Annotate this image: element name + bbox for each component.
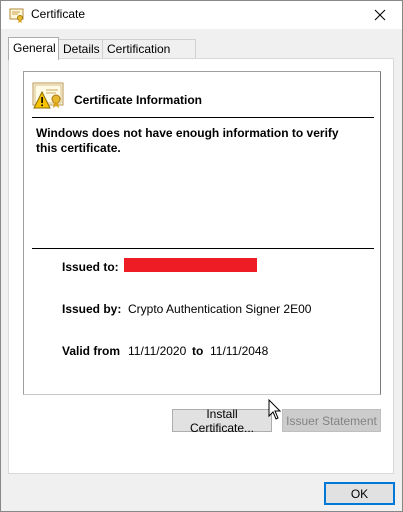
valid-from-value: 11/11/2020: [128, 344, 187, 358]
window-title: Certificate: [31, 7, 86, 21]
install-certificate-button[interactable]: Install Certificate...: [172, 407, 272, 435]
issued-to-label: Issued to:: [62, 260, 119, 274]
issued-to-redacted-value: [124, 258, 257, 272]
close-button[interactable]: [358, 1, 402, 29]
tab-details[interactable]: Details: [58, 39, 103, 58]
title-bar[interactable]: Certificate: [1, 1, 402, 29]
certificate-icon: [9, 7, 25, 23]
issuer-statement-button[interactable]: Issuer Statement: [282, 409, 381, 432]
tab-general[interactable]: General: [8, 37, 59, 60]
close-icon: [374, 9, 386, 21]
certificate-info-box: Certificate Information Windows does not…: [23, 71, 381, 395]
certificate-information-heading: Certificate Information: [74, 93, 203, 107]
issued-by-label: Issued by:: [62, 302, 122, 316]
divider: [32, 248, 374, 249]
tab-details-label: Details: [63, 42, 100, 56]
issued-by-value: Crypto Authentication Signer 2E00: [128, 302, 312, 316]
verification-warning: Windows does not have enough information…: [36, 126, 339, 155]
tab-general-label: General: [13, 41, 56, 55]
valid-to-label: to: [192, 344, 204, 358]
ok-button[interactable]: OK: [324, 482, 395, 505]
divider: [32, 117, 374, 118]
valid-to-value: 11/11/2048: [210, 344, 269, 358]
certificate-dialog: Certificate General Details Certificatio…: [0, 0, 403, 512]
mouse-cursor-icon: [268, 399, 282, 420]
certificate-warning-icon: [32, 82, 66, 112]
tab-certification-path[interactable]: Certification Path: [102, 39, 196, 75]
valid-from-label: Valid from: [62, 344, 121, 358]
